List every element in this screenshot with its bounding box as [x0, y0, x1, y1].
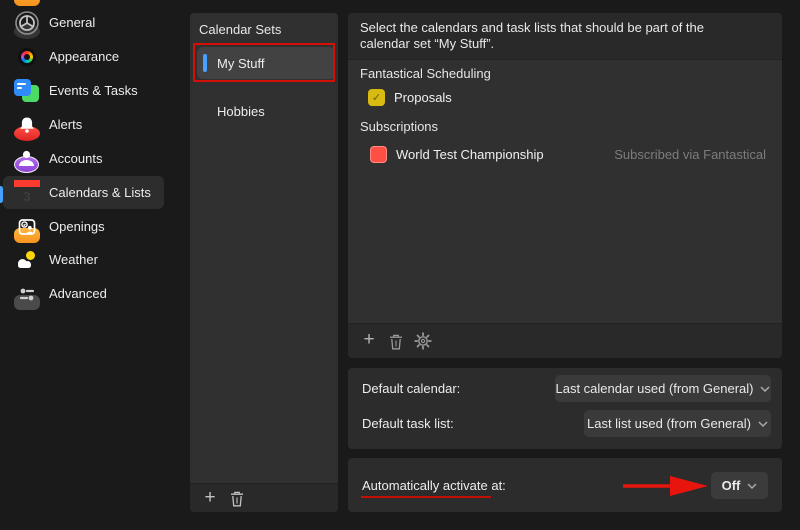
defaults-panel: Default calendar: Last calendar used (fr… — [348, 368, 782, 449]
sidebar-item-label: Alerts — [49, 117, 82, 132]
advanced-icon — [14, 281, 40, 307]
delete-set-button[interactable] — [229, 490, 245, 507]
chevron-down-icon — [758, 421, 768, 427]
group-header-subscriptions: Subscriptions — [360, 119, 438, 134]
sidebar-item-label: Openings — [49, 219, 105, 234]
calendars-lists-icon: 3 — [14, 180, 40, 206]
sidebar-item-label: Weather — [49, 252, 98, 267]
settings-sidebar: General Appearance Events & Tasks — [0, 0, 178, 530]
chevron-down-icon — [760, 386, 770, 392]
default-task-list-label: Default task list: — [362, 416, 454, 431]
sidebar-item-calendars-lists[interactable]: 3 Calendars & Lists — [3, 176, 164, 209]
sidebar-selection-indicator — [0, 186, 3, 203]
sidebar-item-general[interactable]: General — [3, 6, 164, 39]
auto-activate-label: Automatically activate at: — [362, 478, 506, 493]
set-selection-bar — [203, 54, 207, 72]
dropdown-value: Last list used (from General) — [587, 416, 751, 431]
sidebar-item-openings[interactable]: Openings — [3, 210, 164, 243]
preferences-window: { "icons": { "check": "✓", "plus": "+" }… — [0, 0, 800, 530]
annotation-underline — [361, 496, 491, 498]
calendar-set-my-stuff[interactable]: My Stuff — [197, 47, 335, 79]
accounts-icon — [14, 146, 40, 172]
sidebar-item-alerts[interactable]: Alerts — [3, 108, 164, 141]
calendar-set-label: My Stuff — [217, 56, 264, 71]
calendar-selection-panel: Select the calendars and task lists that… — [348, 13, 782, 358]
sidebar-item-accounts[interactable]: Accounts — [3, 142, 164, 175]
appearance-icon — [14, 44, 40, 70]
subscription-note: Subscribed via Fantastical — [614, 146, 766, 163]
delete-calendar-button[interactable] — [388, 333, 404, 350]
add-calendar-button[interactable]: + — [360, 324, 378, 358]
sidebar-item-label: Accounts — [49, 151, 102, 166]
auto-activate-panel: Automatically activate at: Off — [348, 458, 782, 512]
calendar-settings-button[interactable] — [414, 332, 432, 350]
sidebar-item-label: Appearance — [49, 49, 119, 64]
world-test-championship-checkbox[interactable] — [370, 146, 387, 163]
openings-icon — [14, 214, 40, 240]
sidebar-item-label: Advanced — [49, 286, 107, 301]
dropdown-value: Off — [722, 478, 741, 493]
intro-strip: Select the calendars and task lists that… — [348, 13, 782, 60]
weather-icon — [14, 247, 40, 273]
dropdown-value: Last calendar used (from General) — [556, 381, 754, 396]
calendar-row-label: World Test Championship — [396, 146, 544, 163]
trash-icon — [389, 334, 403, 350]
calendar-row-label: Proposals — [394, 89, 452, 106]
calendar-set-label: Hobbies — [217, 104, 265, 119]
default-calendar-dropdown[interactable]: Last calendar used (from General) — [555, 375, 771, 402]
events-tasks-icon — [14, 78, 40, 104]
calendar-sets-header: Calendar Sets — [199, 22, 281, 37]
add-set-button[interactable]: + — [201, 484, 219, 512]
general-icon — [14, 10, 40, 36]
sidebar-item-label: General — [49, 15, 95, 30]
sidebar-item-label: Events & Tasks — [49, 83, 138, 98]
default-calendar-label: Default calendar: — [362, 381, 460, 396]
auto-activate-dropdown[interactable]: Off — [711, 472, 768, 499]
sidebar-item-label: Calendars & Lists — [49, 185, 151, 200]
calendar-sets-toolbar: + — [190, 484, 338, 512]
calendar-sets-panel: Calendar Sets My Stuff Hobbies + — [190, 13, 338, 512]
alerts-icon — [14, 112, 40, 138]
proposals-checkbox[interactable]: ✓ — [368, 89, 385, 106]
calendar-list-toolbar: + — [348, 324, 782, 358]
sidebar-item-events-tasks[interactable]: Events & Tasks — [3, 74, 164, 107]
sidebar-item-advanced[interactable]: Advanced — [3, 277, 164, 310]
chevron-down-icon — [747, 483, 757, 489]
sidebar-item-weather[interactable]: Weather — [3, 243, 164, 276]
trash-icon — [230, 491, 244, 507]
check-icon: ✓ — [372, 91, 381, 104]
group-header-fantastical-scheduling: Fantastical Scheduling — [360, 66, 491, 81]
gear-icon — [414, 332, 432, 350]
calendar-set-hobbies[interactable]: Hobbies — [197, 98, 335, 124]
annotation-arrow — [622, 476, 708, 496]
sidebar-item-appearance[interactable]: Appearance — [3, 40, 164, 73]
intro-text: Select the calendars and task lists that… — [348, 13, 766, 52]
default-task-list-dropdown[interactable]: Last list used (from General) — [584, 410, 771, 437]
